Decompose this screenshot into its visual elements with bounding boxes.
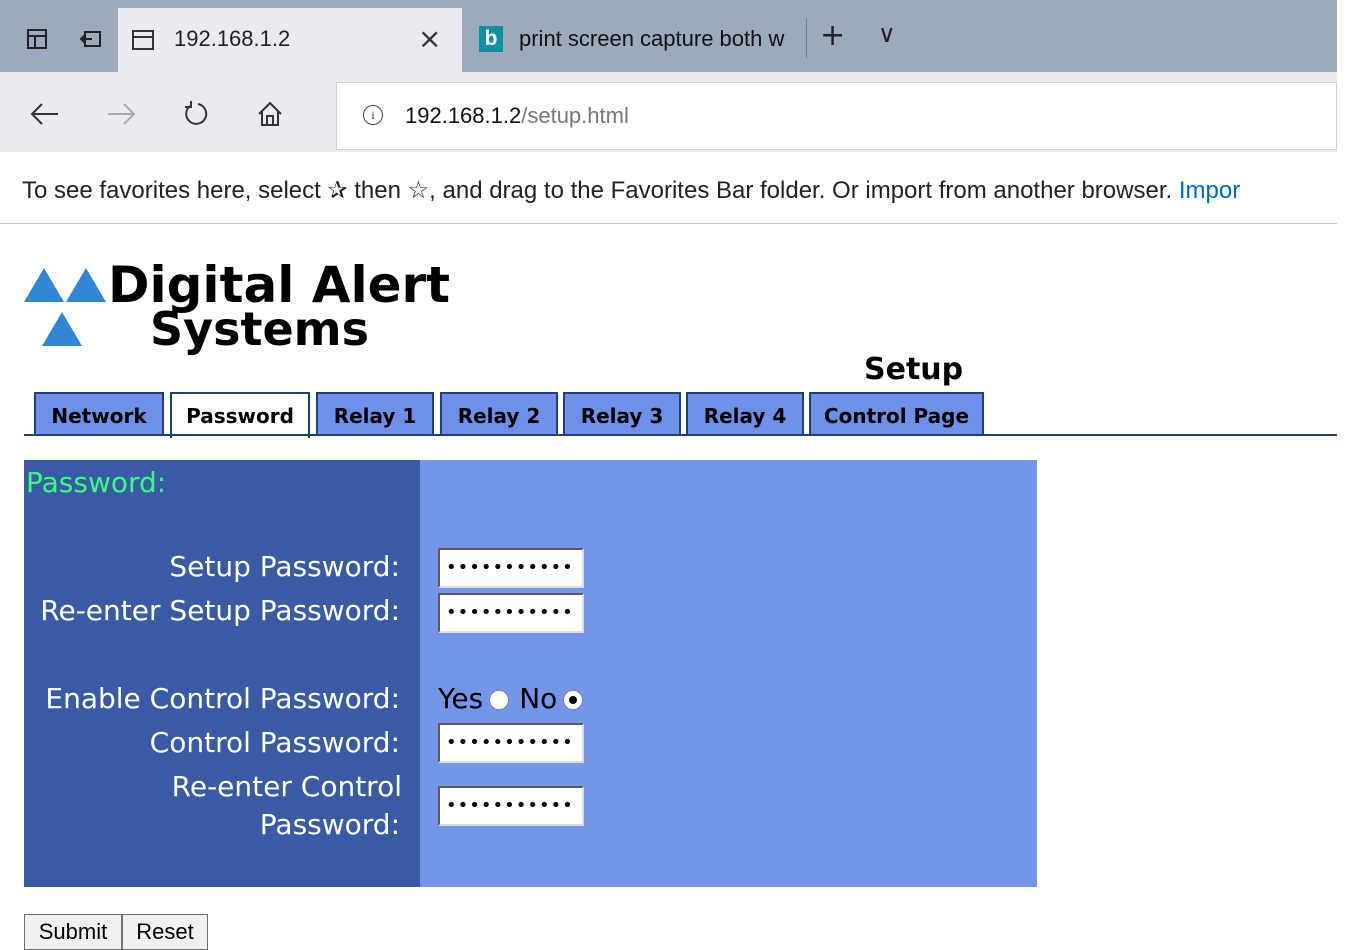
setup-password-input[interactable]: ••••••••••• [438, 548, 584, 588]
tab-title: print screen capture both w [519, 26, 785, 51]
browser-tab-strip: 192.168.1.2 × b print screen capture bot… [0, 0, 1337, 72]
submit-button[interactable]: Submit [24, 914, 122, 950]
logo-triangles-icon [24, 268, 106, 346]
tab-bing-search[interactable]: b print screen capture both w [463, 8, 805, 72]
control-password-label: Control Password: [149, 726, 400, 759]
navigation-bar: i 192.168.1.2/setup.html [0, 72, 1337, 152]
close-icon[interactable]: × [418, 22, 441, 55]
address-path: /setup.html [521, 103, 629, 128]
enable-control-password-radios: Yes No [438, 682, 593, 715]
no-radio[interactable] [563, 690, 584, 710]
page-icon [132, 30, 154, 50]
no-label: No [519, 682, 558, 715]
favorites-message: To see favorites here, select ✰ then ☆, … [22, 176, 1240, 205]
forward-icon[interactable] [106, 102, 136, 126]
reenter-control-password-label-line2: Password: [259, 808, 400, 841]
company-logo: Digital Alert Systems [24, 256, 450, 372]
favorites-hint: To see favorites here, select ✰ then ☆, … [22, 177, 1173, 204]
tab-network[interactable]: Network [34, 392, 164, 436]
enable-control-password-label: Enable Control Password: [45, 682, 400, 715]
reenter-control-password-input[interactable]: ••••••••••• [438, 786, 584, 826]
section-label: Password: [26, 466, 167, 499]
setup-password-label: Setup Password: [169, 550, 400, 583]
info-icon[interactable]: i [363, 105, 383, 125]
refresh-icon[interactable] [182, 100, 210, 128]
tab-control-page[interactable]: Control Page [809, 392, 984, 436]
labels-column: Password: Setup Password: Re-enter Setup… [24, 460, 420, 887]
back-icon[interactable] [30, 102, 60, 126]
tabs-underline [24, 434, 1337, 436]
tab-actions-icon[interactable] [26, 28, 48, 50]
tab-relay-1[interactable]: Relay 1 [316, 392, 434, 436]
yes-label: Yes [438, 682, 484, 715]
reenter-control-password-label-line1: Re-enter Control [171, 770, 402, 803]
home-icon[interactable] [256, 100, 284, 128]
password-form-panel: Password: Setup Password: Re-enter Setup… [24, 460, 1037, 887]
import-link[interactable]: Impor [1179, 177, 1240, 204]
tab-divider [806, 18, 807, 58]
address-url[interactable]: 192.168.1.2/setup.html [405, 103, 629, 129]
address-bar[interactable]: i 192.168.1.2/setup.html [336, 82, 1337, 150]
reset-button[interactable]: Reset [122, 914, 208, 950]
bing-icon: b [479, 26, 503, 52]
tab-password[interactable]: Password [170, 392, 310, 438]
reenter-setup-password-label: Re-enter Setup Password: [40, 594, 400, 627]
setup-tabs: Network Password Relay 1 Relay 2 Relay 3… [0, 392, 1337, 438]
chevron-down-icon[interactable]: ∨ [878, 20, 896, 48]
tab-setup[interactable]: 192.168.1.2 × [118, 8, 462, 72]
new-tab-button[interactable]: + [820, 18, 845, 53]
address-host: 192.168.1.2 [405, 103, 522, 128]
tab-title: 192.168.1.2 [174, 26, 291, 51]
control-password-input[interactable]: ••••••••••• [438, 723, 584, 763]
reenter-setup-password-input[interactable]: ••••••••••• [438, 593, 584, 633]
set-tabs-aside-icon[interactable] [80, 28, 102, 50]
page-title: Setup [864, 352, 964, 387]
tab-relay-2[interactable]: Relay 2 [440, 392, 558, 436]
favorites-bar: To see favorites here, select ✰ then ☆, … [0, 152, 1337, 224]
tab-relay-4[interactable]: Relay 4 [686, 392, 804, 436]
logo-text-line2: Systems [150, 302, 369, 356]
tab-relay-3[interactable]: Relay 3 [563, 392, 681, 436]
yes-radio[interactable] [489, 690, 510, 710]
